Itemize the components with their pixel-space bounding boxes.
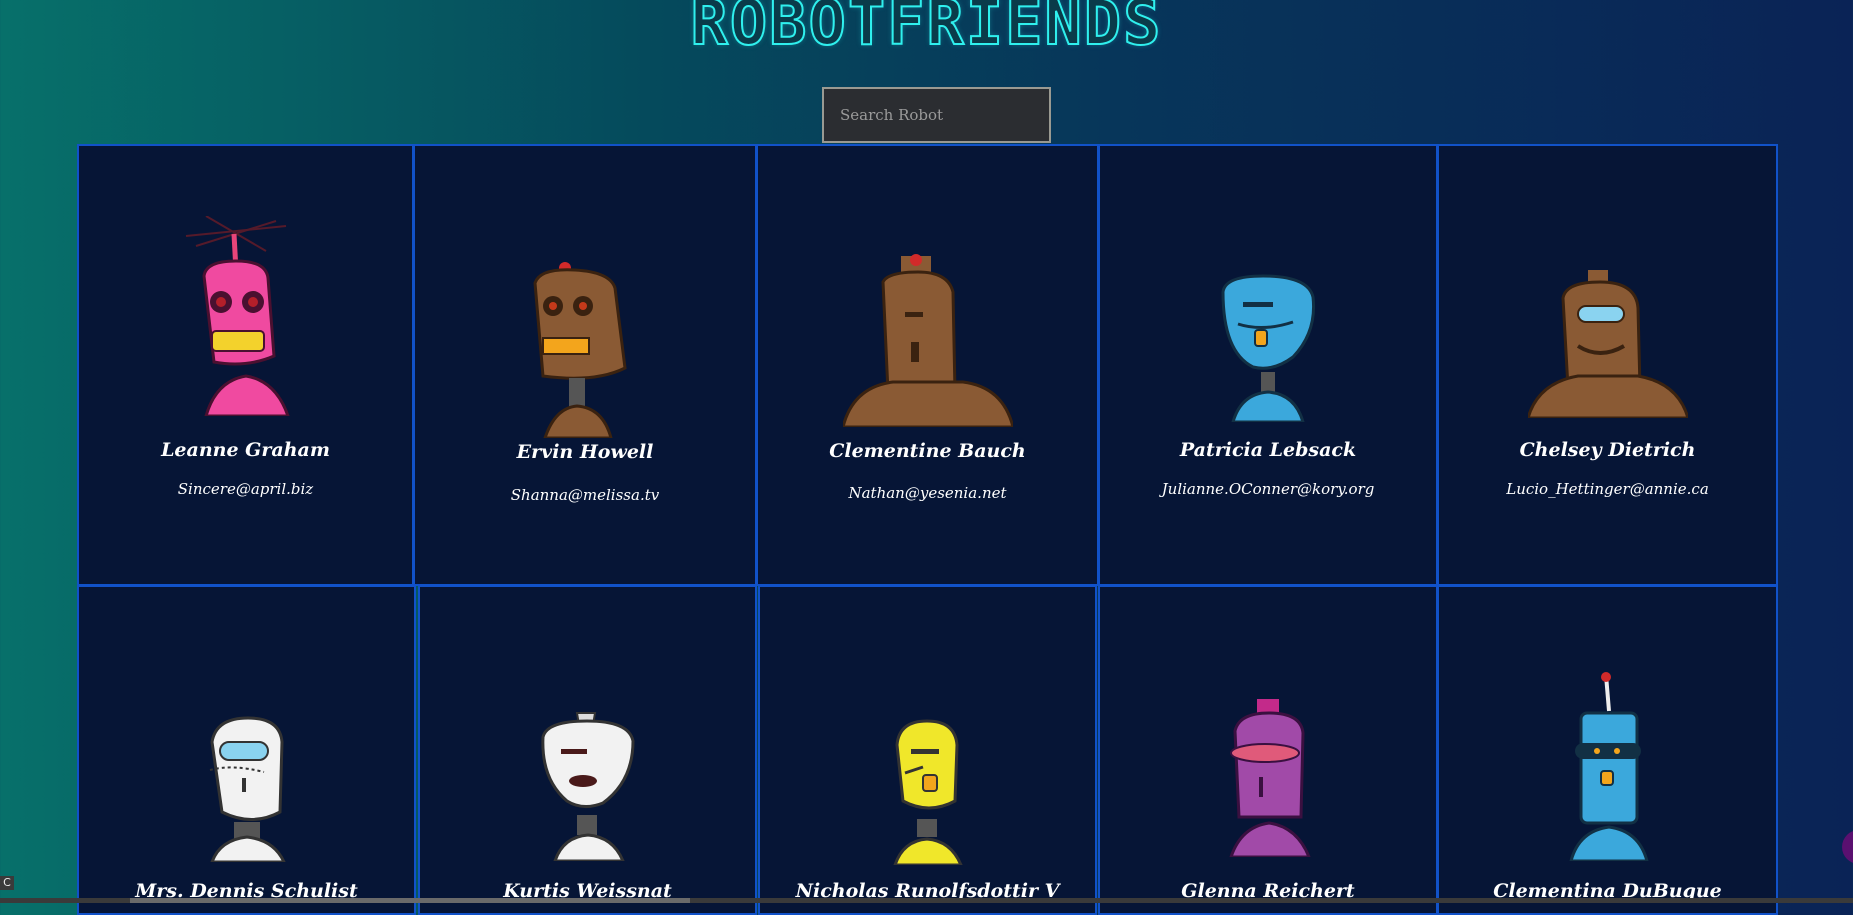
robot-card[interactable]: Chelsey Dietrich Lucio_Hettinger@annie.c…	[1437, 144, 1778, 586]
robot-email: Shanna@melissa.tv	[510, 486, 660, 504]
scrollbar-thumb[interactable]	[130, 898, 690, 903]
page-title: ROBOTFRIENDS	[690, 0, 1163, 60]
robot-name: Ervin Howell	[516, 441, 654, 463]
robot-avatar-icon	[842, 254, 1013, 427]
floating-action-button[interactable]	[1842, 830, 1853, 864]
robot-name: Leanne Graham	[161, 439, 330, 461]
robot-name: Clementine Bauch	[829, 440, 1026, 462]
robot-avatar-icon	[1568, 672, 1649, 861]
robot-avatar-icon	[892, 719, 963, 865]
robot-email: Lucio_Hettinger@annie.ca	[1506, 480, 1709, 498]
robot-card[interactable]: Nicholas Runolfsdottir V	[758, 585, 1097, 915]
robot-card[interactable]: Kurtis Weissnat	[418, 585, 757, 915]
robot-avatar-icon	[533, 262, 627, 438]
robot-email: Julianne.OConner@kory.org	[1161, 480, 1375, 498]
robot-avatar-icon	[1221, 274, 1316, 422]
robot-avatar-icon	[1229, 699, 1311, 857]
robot-email: Nathan@yesenia.net	[848, 484, 1007, 502]
robot-avatar-icon	[185, 216, 290, 416]
robot-card[interactable]: Patricia Lebsack Julianne.OConner@kory.o…	[1098, 144, 1438, 586]
robot-name: Patricia Lebsack	[1179, 439, 1357, 461]
search-input[interactable]	[822, 87, 1051, 143]
robot-avatar-icon	[209, 716, 286, 862]
robot-card[interactable]: Glenna Reichert	[1098, 585, 1438, 915]
robot-card[interactable]: Mrs. Dennis Schulist	[77, 585, 416, 915]
robot-card[interactable]: Leanne Graham Sincere@april.biz	[77, 144, 414, 586]
robot-card[interactable]: Clementine Bauch Nathan@yesenia.net	[756, 144, 1099, 586]
robot-card[interactable]: Ervin Howell Shanna@melissa.tv	[413, 144, 757, 586]
robot-avatar-icon	[1527, 270, 1688, 418]
robot-name: Chelsey Dietrich	[1519, 439, 1696, 461]
corner-label: C	[0, 876, 14, 890]
robot-avatar-icon	[540, 712, 635, 861]
robot-email: Sincere@april.biz	[177, 480, 314, 498]
robot-card[interactable]: Clementina DuBuque	[1437, 585, 1778, 915]
